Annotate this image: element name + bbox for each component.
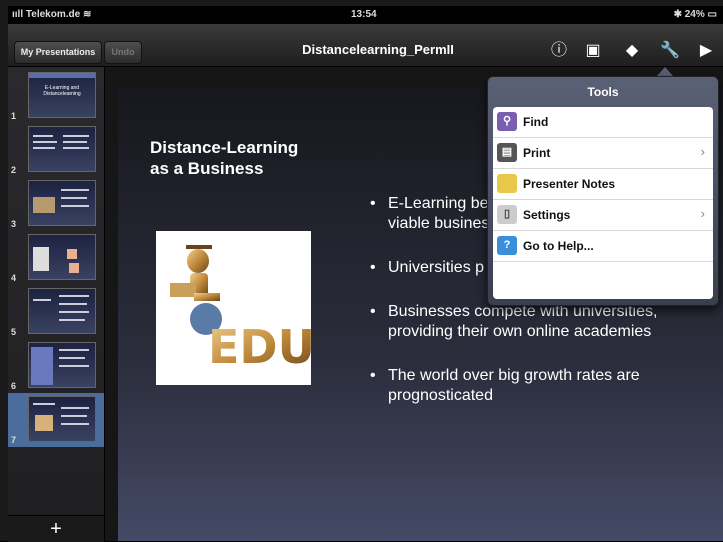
menu-item-label: Print [523,146,551,160]
carrier-label: ııll Telekom.de ≋ [12,9,92,20]
edu-clipart-image[interactable]: EDU [156,231,315,385]
menu-item-presenter-notes[interactable]: Presenter Notes [493,169,713,200]
play-icon[interactable]: ▶ [695,40,717,62]
slide-number: 2 [11,165,17,175]
slide-thumbnail-6[interactable]: 6 [8,339,104,393]
thumbnail-image: E-Learning and Distancelearning [28,72,96,118]
slide-title[interactable]: Distance-Learning as a Business [150,137,350,179]
menu-item-settings[interactable]: ▯ Settings › [493,200,713,231]
menu-item-label: Presenter Notes [523,177,616,191]
animation-icon[interactable]: ◆ [621,40,643,62]
undo-button[interactable]: Undo [104,41,142,64]
battery-indicator: ✱ 24% ▭ [673,9,717,20]
thumbnail-image [28,396,96,442]
media-icon[interactable]: ▣ [582,40,604,62]
tools-popover: Tools ⚲ Find ▤ Print › Presenter Notes ▯… [487,76,719,306]
help-icon: ? [497,236,517,255]
status-bar: ııll Telekom.de ≋ 13:54 ✱ 24% ▭ [8,6,723,24]
my-presentations-button[interactable]: My Presentations [14,41,102,64]
slide-thumbnail-4[interactable]: 4 [8,231,104,285]
thumbnail-image [28,180,96,226]
popover-title: Tools [587,85,619,99]
thumbnail-image [28,288,96,334]
settings-icon: ▯ [497,205,517,224]
toolbar: My Presentations Undo Distancelearning_P… [8,24,723,67]
svg-text:EDU: EDU [208,320,311,374]
menu-item-print[interactable]: ▤ Print › [493,138,713,169]
add-slide-button[interactable]: + [8,515,104,542]
tools-menu: ⚲ Find ▤ Print › Presenter Notes ▯ Setti… [493,107,713,299]
slide-navigator: E-Learning and Distancelearning 1 2 3 4 [8,67,105,541]
menu-item-help[interactable]: ? Go to Help... [493,231,713,262]
menu-item-label: Go to Help... [523,239,594,253]
tools-icon[interactable]: 🔧 [659,40,681,62]
slide-number: 4 [11,273,17,283]
thumbnail-image [28,342,96,388]
printer-icon: ▤ [497,143,517,162]
edu-figure-icon: EDU [170,245,315,374]
magnifier-icon: ⚲ [497,112,517,131]
slide-thumbnail-3[interactable]: 3 [8,177,104,231]
slide-thumbnail-1[interactable]: E-Learning and Distancelearning 1 [8,69,104,123]
clock: 13:54 [351,9,377,20]
chevron-right-icon: › [700,144,705,159]
slide-number: 3 [11,219,17,229]
slide-thumbnail-5[interactable]: 5 [8,285,104,339]
document-title: Distancelearning_PermII [302,42,454,57]
slide-number: 7 [11,435,17,445]
menu-item-find[interactable]: ⚲ Find [493,107,713,138]
thumbnail-image [28,126,96,172]
slide-thumbnail-2[interactable]: 2 [8,123,104,177]
notes-icon [497,174,517,193]
chevron-right-icon: › [700,206,705,221]
slide-number: 5 [11,327,17,337]
slide-thumbnail-7[interactable]: 7 [8,393,104,447]
menu-item-label: Settings [523,208,571,222]
menu-item-label: Find [523,115,549,129]
thumbnail-title: E-Learning and Distancelearning [43,85,81,97]
info-icon[interactable]: ⓘ [548,40,570,62]
thumbnail-image [28,234,96,280]
slide-number: 6 [11,381,17,391]
slide-number: 1 [11,111,17,121]
menu-item-empty [493,262,713,292]
